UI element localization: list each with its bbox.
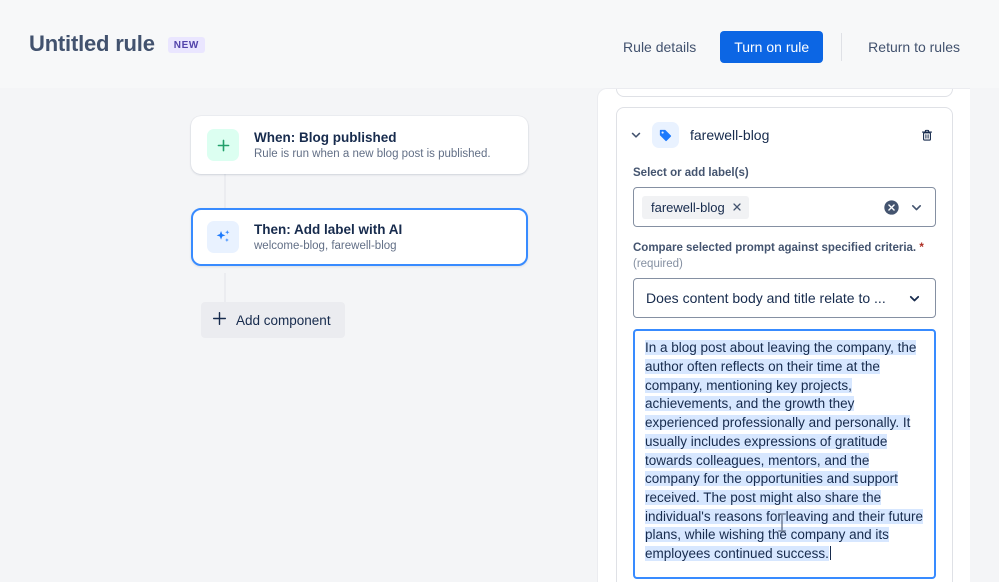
trash-icon[interactable] (914, 122, 940, 148)
criteria-label-text: Compare selected prompt against specifie… (633, 242, 917, 255)
chevron-down-icon[interactable] (627, 126, 645, 144)
panel-scroll-area[interactable]: farewell-blog Select or add label(s) far… (598, 89, 970, 582)
trigger-text: When: Blog published Rule is run when a … (254, 130, 491, 160)
header-actions: Rule details Turn on rule Return to rule… (611, 31, 972, 63)
plus-icon (207, 129, 239, 161)
label-multiselect[interactable]: farewell-blog (633, 187, 936, 228)
prompt-textarea-content: In a blog post about leaving the company… (645, 339, 924, 563)
card-header: farewell-blog (617, 108, 952, 152)
label-chip[interactable]: farewell-blog (642, 195, 749, 219)
header-divider (841, 33, 843, 61)
action-subtitle: welcome-blog, farewell-blog (254, 240, 397, 252)
criteria-label: Compare selected prompt against specifie… (633, 240, 936, 272)
action-node[interactable]: Then: Add label with AI welcome-blog, fa… (191, 208, 528, 266)
prompt-textarea[interactable]: In a blog post about leaving the company… (633, 329, 936, 580)
rule-details-button[interactable]: Rule details (611, 31, 708, 63)
add-component-button[interactable]: Add component (201, 302, 345, 338)
connector-line (224, 173, 226, 213)
previous-card-partial[interactable] (616, 89, 953, 97)
page-header: Untitled rule NEW Rule details Turn on r… (0, 0, 999, 88)
label-config-card: farewell-blog Select or add label(s) far… (616, 107, 953, 582)
trigger-node[interactable]: When: Blog published Rule is run when a … (191, 116, 528, 174)
rule-builder-screen: Untitled rule NEW Rule details Turn on r… (0, 0, 999, 582)
criteria-select-value: Does content body and title relate to ..… (646, 290, 886, 307)
required-hint: (required) (633, 258, 683, 271)
criteria-select[interactable]: Does content body and title relate to ..… (633, 278, 936, 319)
label-chip-text: farewell-blog (651, 199, 725, 215)
selected-text: In a blog post about leaving the company… (645, 340, 923, 562)
tag-icon (652, 122, 679, 148)
label-select-label: Select or add label(s) (633, 167, 749, 179)
trigger-title: When: Blog published (254, 130, 397, 145)
action-title: Then: Add label with AI (254, 222, 403, 237)
panel-gutter (970, 88, 999, 582)
ai-sparkles-icon (207, 221, 239, 253)
return-to-rules-button[interactable]: Return to rules (856, 31, 972, 63)
page-title: Untitled rule (29, 31, 155, 56)
text-caret (829, 546, 831, 561)
action-text: Then: Add label with AI welcome-blog, fa… (254, 222, 402, 252)
required-asterisk: * (919, 242, 924, 255)
trigger-subtitle: Rule is run when a new blog post is publ… (254, 148, 491, 160)
status-badge: NEW (167, 37, 205, 53)
chevron-down-icon[interactable] (910, 201, 923, 214)
plus-icon (212, 311, 227, 329)
rule-canvas: When: Blog published Rule is run when a … (0, 88, 597, 582)
card-title: farewell-blog (690, 127, 770, 143)
add-component-label: Add component (236, 312, 331, 328)
turn-on-rule-button[interactable]: Turn on rule (720, 31, 824, 63)
title-area: Untitled rule NEW (29, 31, 205, 57)
label-select-field: Select or add label(s) farewell-blog (617, 165, 952, 228)
component-config-panel: farewell-blog Select or add label(s) far… (597, 88, 970, 582)
chevron-down-icon[interactable] (908, 292, 921, 305)
criteria-field: Compare selected prompt against specifie… (617, 240, 952, 580)
clear-circle-icon[interactable] (883, 199, 900, 216)
close-icon[interactable] (732, 202, 742, 212)
panel-scrollbar[interactable] (959, 88, 969, 582)
